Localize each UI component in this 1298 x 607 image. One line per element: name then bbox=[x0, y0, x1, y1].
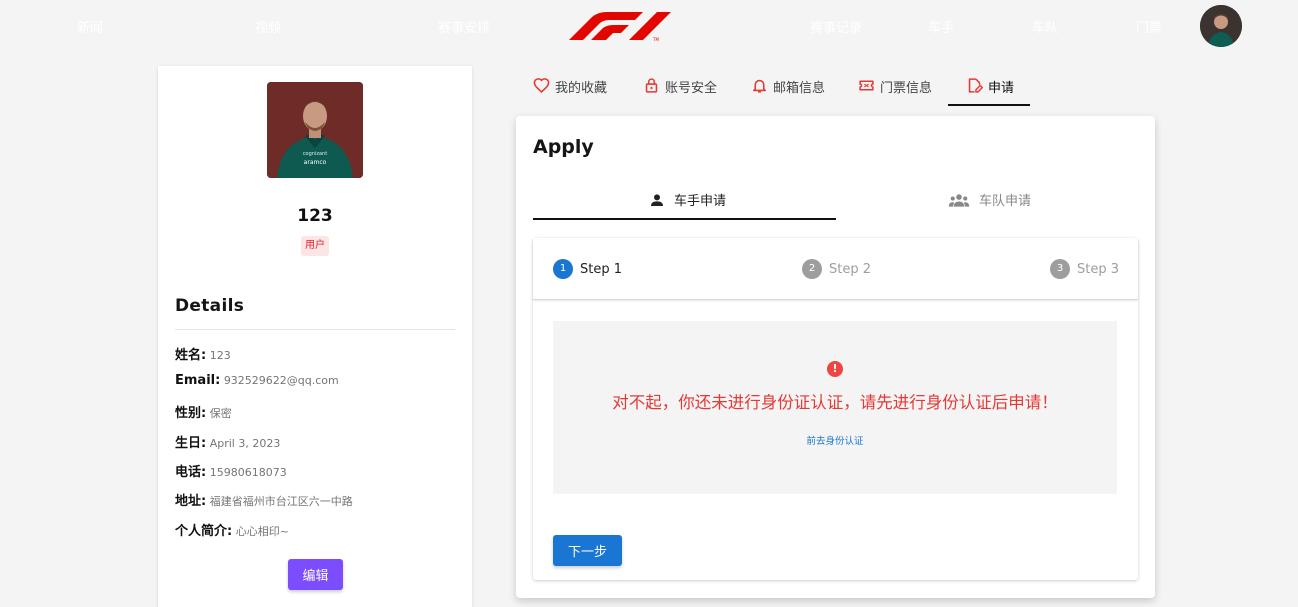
step-label: Step 2 bbox=[829, 261, 872, 277]
detail-value: 15980618073 bbox=[209, 466, 287, 479]
sub-tab-label: 车队申请 bbox=[979, 194, 1032, 209]
nav-teams[interactable]: 车队 bbox=[1032, 17, 1058, 36]
svg-text:aramco: aramco bbox=[304, 159, 327, 166]
detail-label: 电话: bbox=[175, 465, 207, 480]
tab-mailbox[interactable]: 邮箱信息 bbox=[751, 77, 825, 105]
stepper-header: 1 Step 1 2 Step 2 3 Step 3 bbox=[533, 238, 1138, 300]
bell-icon bbox=[753, 79, 766, 93]
tab-label: 申请 bbox=[988, 81, 1015, 96]
detail-label: 个人简介: bbox=[175, 524, 233, 539]
detail-address: 地址: 福建省福州市台江区六一中路 bbox=[175, 490, 353, 509]
user-avatar[interactable] bbox=[1200, 5, 1242, 47]
notice-box: ! 对不起，你还未进行身份证认证，请先进行身份认证后申请！ 前去身份认证 bbox=[553, 321, 1117, 494]
tab-label: 门票信息 bbox=[880, 81, 933, 96]
ticket-icon bbox=[859, 80, 874, 91]
detail-name: 姓名: 123 bbox=[175, 344, 231, 363]
f1-logo[interactable]: TM bbox=[567, 8, 675, 42]
detail-label: 姓名: bbox=[175, 348, 207, 363]
detail-phone: 电话: 15980618073 bbox=[175, 461, 287, 480]
sub-tab-label: 车手申请 bbox=[674, 194, 727, 209]
detail-email: Email: 932529622@qq.com bbox=[175, 373, 339, 388]
step-number: 2 bbox=[802, 259, 822, 279]
detail-value: 福建省福州市台江区六一中路 bbox=[209, 495, 353, 508]
next-step-button[interactable]: 下一步 bbox=[553, 535, 622, 566]
profile-name: 123 bbox=[297, 206, 333, 226]
step-label: Step 3 bbox=[1077, 261, 1120, 277]
heart-icon bbox=[533, 78, 550, 93]
nav-news[interactable]: 新闻 bbox=[77, 17, 103, 36]
tab-apply[interactable]: 申请 bbox=[966, 77, 1014, 105]
tab-favorites[interactable]: 我的收藏 bbox=[533, 77, 607, 105]
group-icon bbox=[948, 193, 970, 207]
edit-document-icon bbox=[968, 78, 983, 93]
detail-gender: 性别: 保密 bbox=[175, 402, 232, 421]
role-badge: 用户 bbox=[301, 236, 329, 256]
detail-value: 123 bbox=[209, 349, 231, 362]
detail-value: 932529622@qq.com bbox=[223, 374, 339, 387]
details-heading: Details bbox=[175, 296, 245, 316]
step-1[interactable]: 1 Step 1 bbox=[553, 259, 622, 279]
top-navigation: 新闻 视频 赛事安排 TM 赛事记录 车手 车队 门票 bbox=[0, 0, 1298, 52]
step-3[interactable]: 3 Step 3 bbox=[1050, 259, 1119, 279]
lock-icon bbox=[645, 78, 658, 93]
tab-account-security[interactable]: 账号安全 bbox=[643, 77, 717, 105]
tab-tickets[interactable]: 门票信息 bbox=[858, 77, 932, 105]
detail-label: 生日: bbox=[175, 436, 207, 451]
profile-card: cognizant aramco 123 用户 Details 姓名: 123 … bbox=[158, 66, 472, 607]
detail-value: 保密 bbox=[209, 407, 232, 420]
svg-text:cognizant: cognizant bbox=[303, 151, 327, 157]
tab-label: 账号安全 bbox=[665, 81, 718, 96]
svg-text:TM: TM bbox=[652, 37, 659, 42]
divider bbox=[175, 329, 455, 330]
detail-bio: 个人简介: 心心相印~ bbox=[175, 520, 289, 539]
person-icon bbox=[651, 193, 663, 206]
tab-label: 邮箱信息 bbox=[773, 81, 826, 96]
alert-icon: ! bbox=[827, 361, 843, 377]
step-number: 3 bbox=[1050, 259, 1070, 279]
tab-team-application[interactable]: 车队申请 bbox=[948, 190, 1031, 209]
nav-tickets[interactable]: 门票 bbox=[1136, 17, 1162, 36]
step-2[interactable]: 2 Step 2 bbox=[802, 259, 871, 279]
nav-schedule[interactable]: 赛事安排 bbox=[438, 17, 490, 36]
detail-birthday: 生日: April 3, 2023 bbox=[175, 432, 280, 451]
active-sub-tab-indicator bbox=[533, 218, 836, 220]
tab-label: 我的收藏 bbox=[555, 81, 608, 96]
verify-identity-link[interactable]: 前去身份认证 bbox=[553, 433, 1117, 447]
edit-button[interactable]: 编辑 bbox=[288, 559, 343, 590]
apply-card: Apply 车手申请 车队申请 1 Step 1 2 Step 2 3 Step… bbox=[516, 116, 1155, 598]
profile-photo: cognizant aramco bbox=[267, 82, 363, 178]
detail-label: 地址: bbox=[175, 494, 207, 509]
detail-value: April 3, 2023 bbox=[209, 437, 281, 450]
detail-label: Email: bbox=[175, 373, 221, 388]
nav-records[interactable]: 赛事记录 bbox=[810, 17, 862, 36]
notice-message: 对不起，你还未进行身份证认证，请先进行身份认证后申请！ bbox=[612, 393, 1058, 412]
tab-driver-application[interactable]: 车手申请 bbox=[649, 190, 726, 209]
nav-videos[interactable]: 视频 bbox=[255, 17, 281, 36]
active-tab-indicator bbox=[948, 104, 1030, 106]
apply-title: Apply bbox=[533, 136, 594, 158]
detail-value: 心心相印~ bbox=[235, 525, 289, 538]
detail-label: 性别: bbox=[175, 406, 207, 421]
step-label: Step 1 bbox=[580, 261, 623, 277]
nav-drivers[interactable]: 车手 bbox=[928, 17, 954, 36]
stepper: 1 Step 1 2 Step 2 3 Step 3 ! 对不起，你还未进行身份… bbox=[533, 238, 1138, 580]
step-number: 1 bbox=[553, 259, 573, 279]
